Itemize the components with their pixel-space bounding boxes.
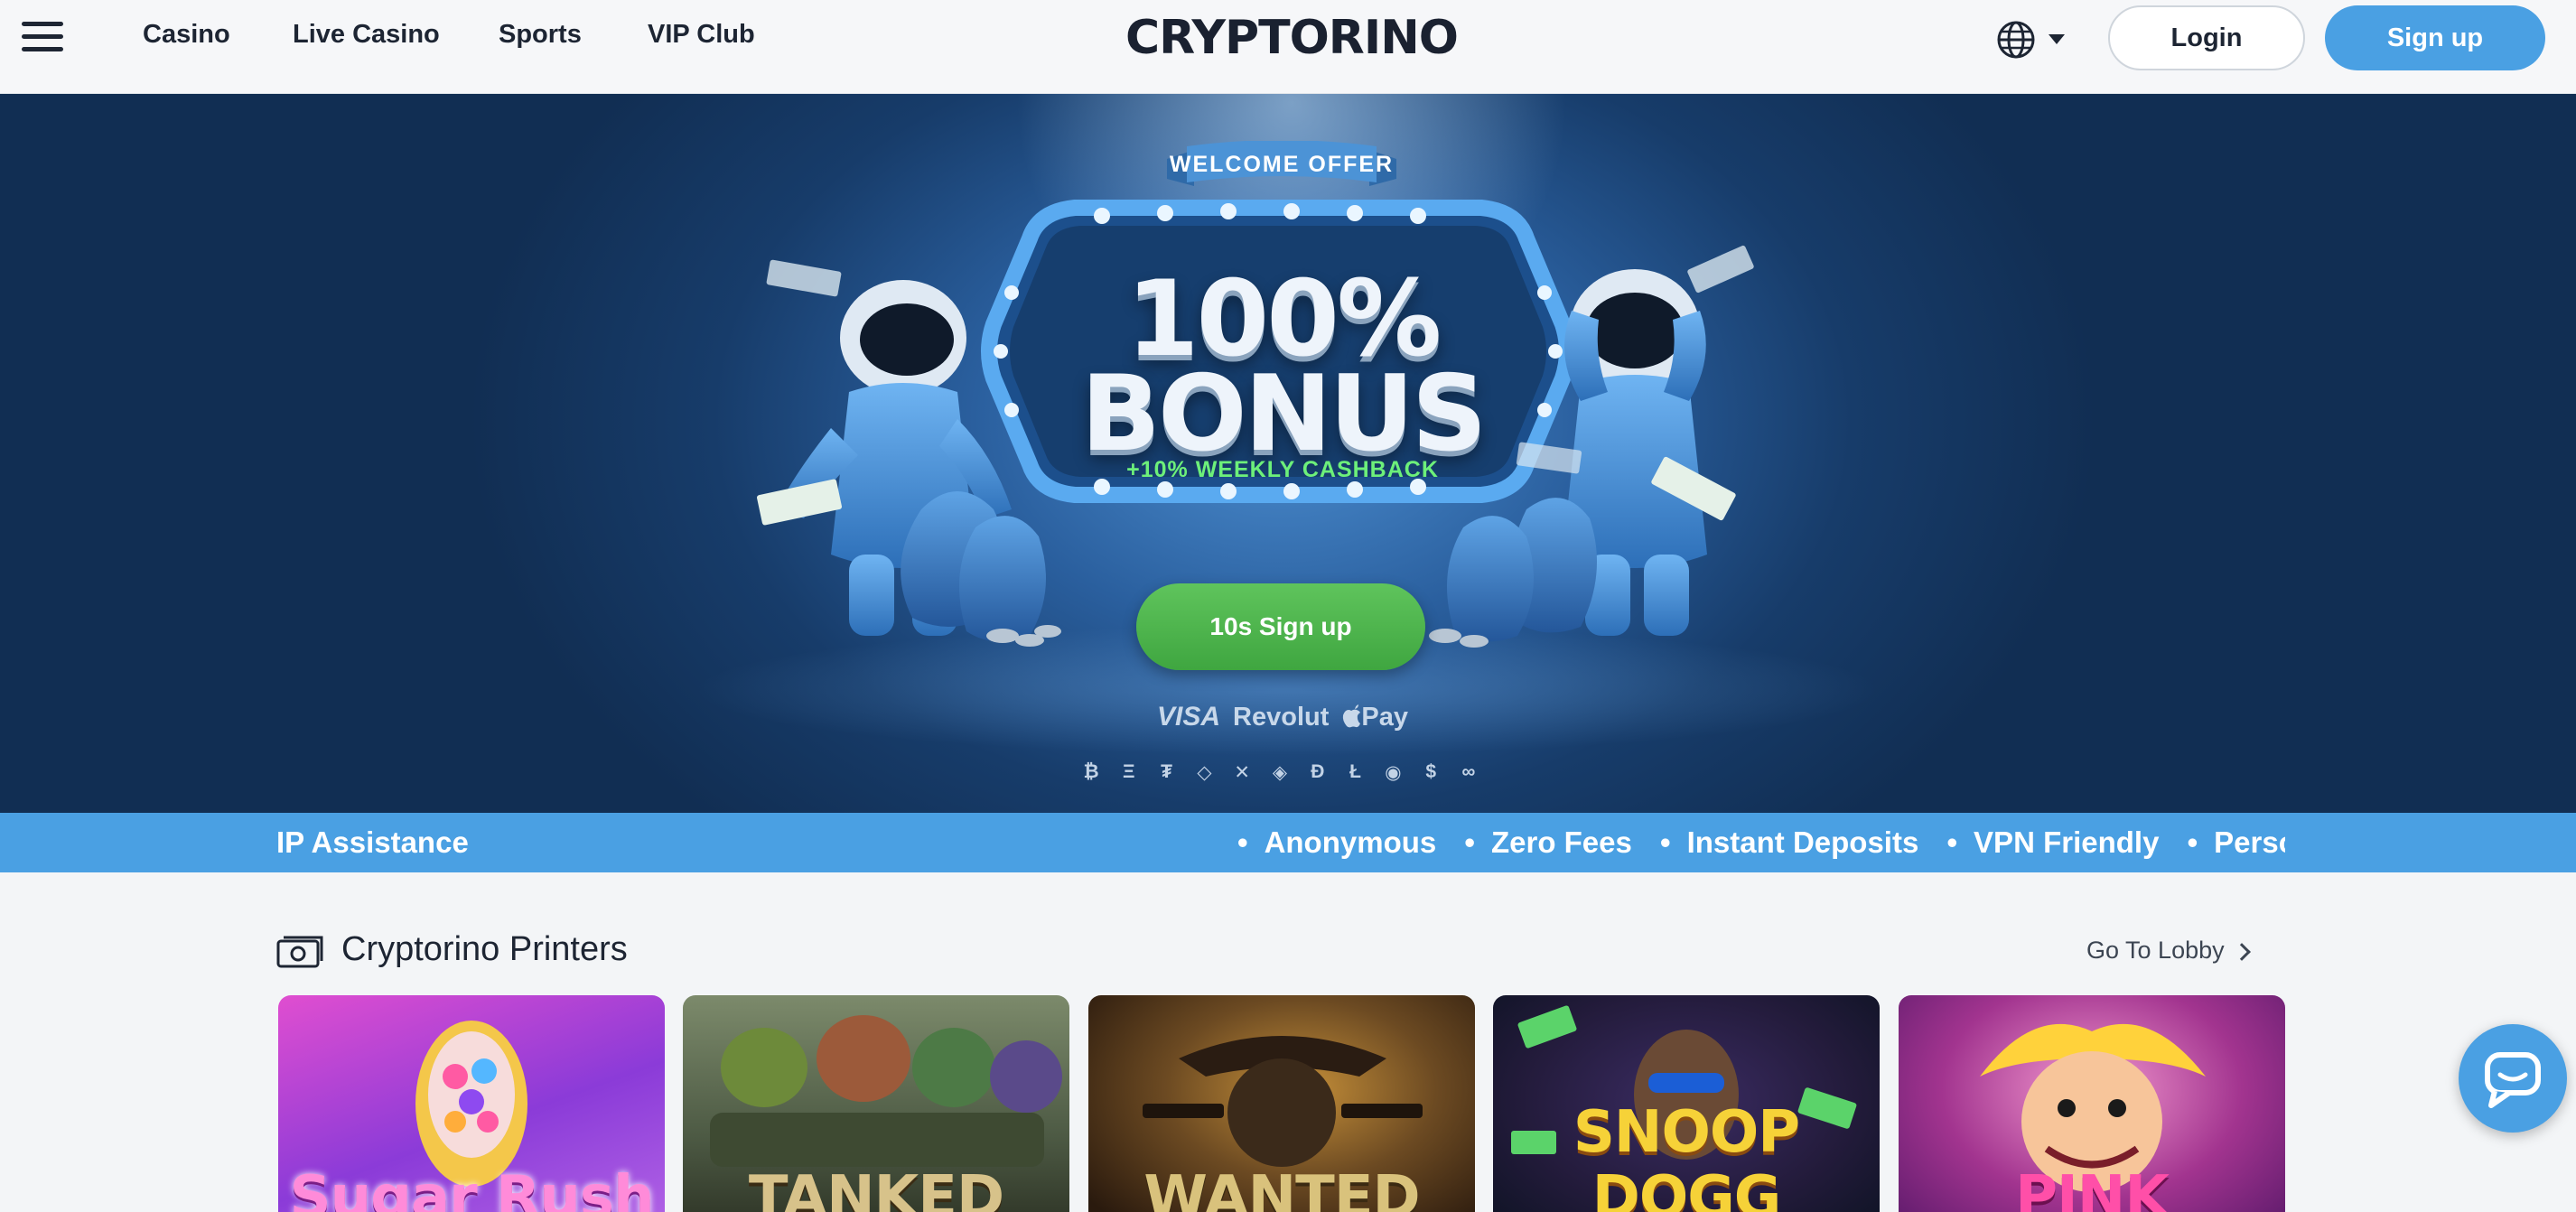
ticker-item: Anonymous xyxy=(1264,825,1437,859)
apple-icon xyxy=(1343,704,1361,727)
solana-icon: $ xyxy=(1425,761,1437,782)
go-to-lobby-label: Go To Lobby xyxy=(2086,937,2225,964)
game-title: Sugar Rush xyxy=(289,1164,655,1212)
site-logo[interactable]: CRYPTORINO xyxy=(1125,11,1459,65)
game-card-tanked[interactable]: TANKED xyxy=(683,995,1069,1212)
crypto-icons-row: ₿ Ξ ₮ ◇ ✕ ◈ Ð Ł ◉ $ ∞ xyxy=(1078,759,1481,786)
dogecoin-icon: Ð xyxy=(1311,761,1325,782)
visa-logo: VISA xyxy=(1157,702,1221,732)
game-card-wanted[interactable]: WANTED xyxy=(1088,995,1475,1212)
shiba-icon: ◉ xyxy=(1385,761,1402,783)
revolut-logo: Revolut xyxy=(1233,702,1330,732)
quick-signup-button[interactable]: 10s Sign up xyxy=(1136,583,1425,670)
ticker-item: VPN Friendly xyxy=(1974,825,2160,859)
menu-icon[interactable] xyxy=(22,22,63,52)
chainlink-icon: ∞ xyxy=(1461,761,1476,782)
ticker-item: Personal V xyxy=(2214,825,2285,859)
bnb-icon: ◈ xyxy=(1272,761,1288,783)
live-chat-button[interactable] xyxy=(2459,1024,2567,1133)
tether-icon: ₮ xyxy=(1161,761,1172,782)
ticker-item: Zero Fees xyxy=(1490,825,1632,859)
globe-icon[interactable] xyxy=(1996,20,2036,60)
game-card-pink[interactable]: PINK xyxy=(1899,995,2285,1212)
bonus-percent: 100% xyxy=(1125,258,1442,380)
chevron-right-icon xyxy=(2232,942,2251,961)
ticker-items: • Anonymous • Zero Fees • Instant Deposits … xyxy=(1237,825,2285,862)
money-bill-icon xyxy=(276,936,323,968)
game-title: TANKED xyxy=(748,1164,1004,1212)
bonus-word: BONUS xyxy=(1080,353,1488,475)
chevron-down-icon[interactable] xyxy=(2049,34,2065,44)
nav-sports[interactable]: Sports xyxy=(499,20,582,50)
ticker-lead-text: IP Assistance xyxy=(276,825,469,859)
login-button[interactable]: Login xyxy=(2108,5,2305,70)
game-title: PINK xyxy=(2015,1164,2170,1212)
nav-live-casino[interactable]: Live Casino xyxy=(293,20,440,50)
cashback-label: +10% WEEKLY CASHBACK xyxy=(1126,457,1439,482)
apple-pay-text: Pay xyxy=(1361,702,1408,732)
apple-pay-logo: Pay xyxy=(1341,703,1408,732)
litecoin-icon: Ł xyxy=(1349,761,1361,782)
go-to-lobby-link[interactable]: Go To Lobby xyxy=(2086,937,2251,965)
tron-icon: ◇ xyxy=(1197,761,1212,783)
xrp-icon: ✕ xyxy=(1234,761,1250,783)
ticker-item: Instant Deposits xyxy=(1686,825,1919,859)
nav-casino[interactable]: Casino xyxy=(143,20,230,50)
chat-bubble-icon xyxy=(2485,1052,2541,1108)
top-navigation-bar: Casino Live Casino Sports VIP Club CRYPT… xyxy=(0,0,2576,94)
ethereum-icon: Ξ xyxy=(1123,761,1135,782)
features-ticker: IP Assistance • Anonymous • Zero Fees • Ins… xyxy=(0,813,2576,872)
bitcoin-icon: ₿ xyxy=(1083,761,1099,782)
nav-vip-club[interactable]: VIP Club xyxy=(648,20,755,50)
game-card-sugar-rush[interactable]: Sugar Rush xyxy=(278,995,665,1212)
game-title: SNOOP DOGG xyxy=(1573,1099,1800,1212)
welcome-offer-label: WELCOME OFFER xyxy=(1169,152,1395,177)
hero-banner: WELCOME OFFER 100% BONUS +10% WEEKLY CAS… xyxy=(0,94,2576,813)
signup-button[interactable]: Sign up xyxy=(2325,5,2545,70)
section-title: Cryptorino Printers xyxy=(341,930,628,968)
game-title: WANTED xyxy=(1143,1164,1420,1212)
game-card-snoop-dogg[interactable]: SNOOP DOGG xyxy=(1493,995,1880,1212)
payment-methods: VISA Revolut Pay xyxy=(1147,699,1418,735)
